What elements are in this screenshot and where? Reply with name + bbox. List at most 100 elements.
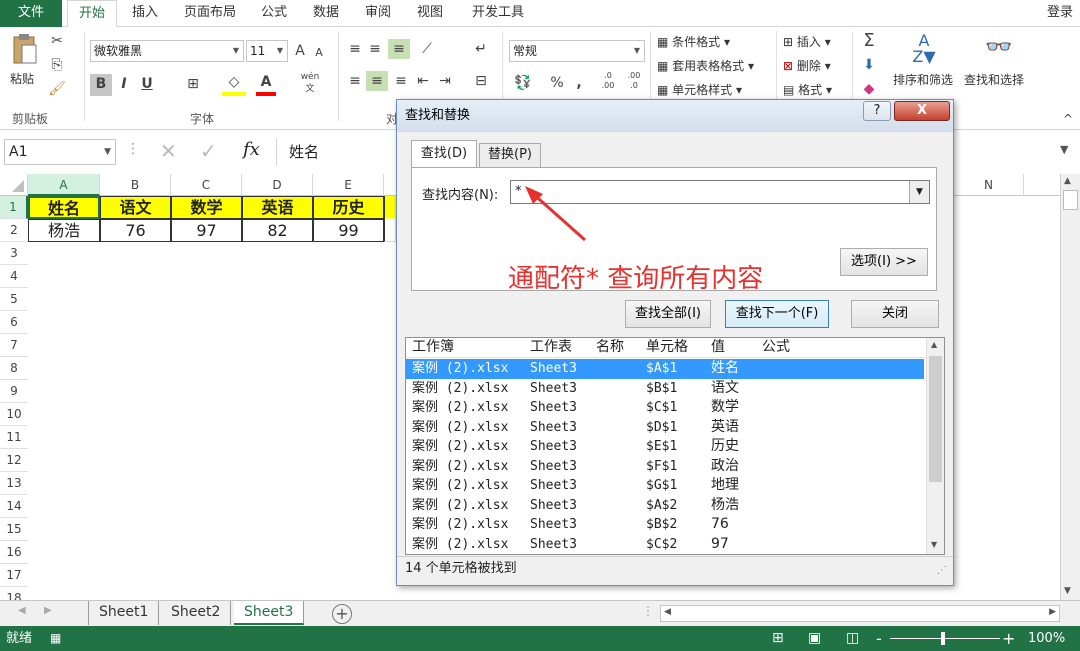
- format-cells-button[interactable]: ▤ 格式 ▾: [783, 81, 832, 98]
- insert-function-icon[interactable]: fx: [243, 139, 260, 160]
- row-header[interactable]: 6: [0, 311, 28, 334]
- page-break-view-icon[interactable]: ◫: [846, 626, 859, 651]
- binoculars-icon[interactable]: 👓: [982, 33, 1016, 63]
- row-header[interactable]: 4: [0, 265, 28, 288]
- percent-button[interactable]: %: [548, 73, 566, 93]
- tab-data[interactable]: 数据: [306, 0, 346, 27]
- col-cell[interactable]: 单元格: [646, 338, 688, 357]
- column-header[interactable]: E: [313, 174, 384, 196]
- scroll-down-icon[interactable]: ▼: [931, 540, 937, 549]
- find-all-button[interactable]: 查找全部(I): [625, 300, 711, 328]
- data-cell[interactable]: 99: [313, 219, 384, 242]
- zoom-level[interactable]: 100%: [1028, 626, 1065, 651]
- zoom-out-button[interactable]: -: [876, 626, 882, 651]
- header-cell[interactable]: 数学: [171, 196, 242, 219]
- find-select-button[interactable]: 查找和选择: [964, 71, 1024, 88]
- formula-input[interactable]: 姓名: [276, 139, 396, 165]
- increase-indent-icon[interactable]: ⇥: [436, 71, 454, 91]
- format-painter-icon[interactable]: 🖌: [48, 79, 66, 99]
- row-header[interactable]: 12: [0, 449, 28, 472]
- column-header[interactable]: N: [954, 174, 1024, 196]
- col-formula[interactable]: 公式: [762, 338, 790, 357]
- comma-button[interactable]: ,: [572, 73, 586, 93]
- scroll-up-icon[interactable]: ▲: [931, 340, 937, 349]
- options-button[interactable]: 选项(I) >>: [840, 248, 928, 276]
- name-box[interactable]: A1 ▼: [4, 139, 116, 165]
- data-cell[interactable]: 82: [242, 219, 313, 242]
- add-sheet-button[interactable]: +: [332, 604, 352, 624]
- row-header[interactable]: 5: [0, 288, 28, 311]
- wrap-text-icon[interactable]: ↵: [470, 39, 492, 59]
- tab-insert[interactable]: 插入: [125, 0, 165, 27]
- tab-review[interactable]: 审阅: [358, 0, 398, 27]
- header-cell[interactable]: 语文: [100, 196, 171, 219]
- tab-developer[interactable]: 开发工具: [462, 0, 534, 27]
- italic-button[interactable]: I: [115, 74, 133, 94]
- collapse-ribbon-icon[interactable]: ^: [1060, 109, 1076, 129]
- shrink-font-icon[interactable]: A: [312, 43, 326, 63]
- data-cell[interactable]: 97: [171, 219, 242, 242]
- enter-icon[interactable]: ✓: [200, 139, 217, 163]
- page-layout-view-icon[interactable]: ▣: [808, 626, 821, 651]
- result-row[interactable]: 案例 (2).xlsx Sheet3 $E$1 历史: [406, 437, 924, 457]
- grow-font-icon[interactable]: A: [292, 41, 308, 61]
- horizontal-scrollbar[interactable]: ◀ ▶: [660, 605, 1060, 622]
- cell-styles-button[interactable]: ▦ 单元格样式 ▾: [657, 81, 742, 98]
- format-as-table-button[interactable]: ▦ 套用表格格式 ▾: [657, 57, 754, 74]
- resize-grip-icon[interactable]: ⋰: [937, 559, 947, 583]
- sort-filter-button[interactable]: 排序和筛选: [893, 71, 953, 88]
- row-header[interactable]: 1: [0, 196, 28, 219]
- row-header[interactable]: 13: [0, 472, 28, 495]
- row-header[interactable]: 15: [0, 518, 28, 541]
- bold-button[interactable]: B: [90, 74, 112, 96]
- header-cell[interactable]: 姓名: [28, 196, 100, 219]
- col-sheet[interactable]: 工作表: [530, 338, 572, 357]
- macro-record-icon[interactable]: ▦: [50, 626, 61, 651]
- column-header[interactable]: A: [28, 174, 100, 196]
- next-sheet-icon[interactable]: ▶: [44, 605, 52, 616]
- header-cell[interactable]: 历史: [313, 196, 384, 219]
- decrease-decimal-icon[interactable]: .00 .0: [624, 71, 644, 91]
- splitter-icon[interactable]: ⋮: [642, 604, 654, 618]
- copy-icon[interactable]: ⎘: [48, 55, 66, 75]
- sheet-tab[interactable]: Sheet1: [88, 601, 160, 625]
- select-all-corner[interactable]: [0, 174, 28, 196]
- tab-find[interactable]: 查找(D): [411, 140, 477, 168]
- row-header[interactable]: 16: [0, 541, 28, 564]
- help-button[interactable]: ?: [863, 101, 891, 121]
- scroll-up-icon[interactable]: ▲: [1064, 176, 1071, 186]
- col-value[interactable]: 值: [711, 338, 725, 357]
- results-list[interactable]: 工作簿 工作表 名称 单元格 值 公式 案例 (2).xlsx Sheet3 $A$…: [405, 337, 945, 555]
- partial-cell[interactable]: [384, 196, 396, 242]
- result-row[interactable]: 案例 (2).xlsx Sheet3 $C$2 97: [406, 535, 924, 555]
- scroll-right-icon[interactable]: ▶: [1049, 607, 1056, 617]
- underline-button[interactable]: U: [138, 74, 156, 94]
- delete-cells-button[interactable]: ⊠ 删除 ▾: [783, 57, 831, 74]
- result-row[interactable]: 案例 (2).xlsx Sheet3 $B$2 76: [406, 515, 924, 535]
- row-header[interactable]: 3: [0, 242, 28, 265]
- orientation-icon[interactable]: ⟋: [416, 39, 438, 59]
- font-size-combo[interactable]: 11 ▼: [246, 40, 288, 62]
- row-header[interactable]: 11: [0, 426, 28, 449]
- results-scrollbar[interactable]: ▲ ▼: [926, 338, 944, 554]
- decrease-indent-icon[interactable]: ⇤: [414, 71, 432, 91]
- phonetic-icon[interactable]: wén 文: [300, 71, 320, 95]
- zoom-in-button[interactable]: +: [1002, 626, 1015, 651]
- column-header[interactable]: B: [100, 174, 171, 196]
- scroll-thumb[interactable]: [929, 356, 942, 482]
- chevron-down-icon[interactable]: ▼: [630, 41, 644, 61]
- close-button[interactable]: 关闭: [851, 300, 939, 328]
- close-icon[interactable]: X: [894, 101, 950, 121]
- normal-view-icon[interactable]: ⊞: [772, 626, 784, 651]
- sheet-tab[interactable]: Sheet2: [161, 601, 232, 625]
- tab-formulas[interactable]: 公式: [254, 0, 294, 27]
- cut-icon[interactable]: ✂: [48, 31, 66, 51]
- result-row[interactable]: 案例 (2).xlsx Sheet3 $G$1 地理: [406, 476, 924, 496]
- col-name[interactable]: 名称: [596, 338, 624, 357]
- chevron-down-icon[interactable]: ▼: [273, 41, 287, 61]
- scroll-thumb[interactable]: [1063, 190, 1078, 210]
- result-row[interactable]: 案例 (2).xlsx Sheet3 $B$1 语文: [406, 379, 924, 399]
- row-header[interactable]: 10: [0, 403, 28, 426]
- result-row[interactable]: 案例 (2).xlsx Sheet3 $C$1 数学: [406, 398, 924, 418]
- paste-icon[interactable]: [10, 33, 38, 67]
